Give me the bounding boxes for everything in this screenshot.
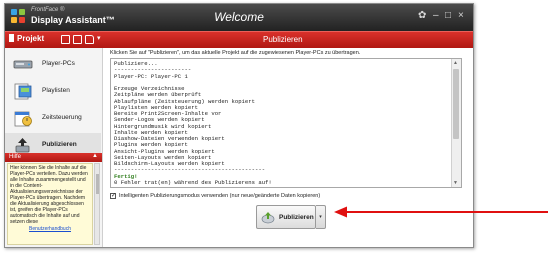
sidebar-item-label: Playlisten	[42, 87, 70, 94]
settings-gear-icon[interactable]: ✿	[418, 10, 426, 22]
publish-options-dropdown[interactable]: ▾	[316, 205, 326, 229]
project-bookmark-icon	[9, 34, 14, 42]
project-toolbar: Projekt ▾ Publizieren	[5, 31, 473, 48]
intro-text: Klicken Sie auf "Publizieren", um das ak…	[110, 50, 361, 56]
publish-icon	[15, 138, 30, 153]
title-bar: FrontFace ® Display Assistant™ Welcome ✿…	[5, 4, 473, 31]
project-menu[interactable]: Projekt	[9, 34, 44, 43]
log-line: 0 Fehler trat(en) während des Publiziere…	[114, 178, 272, 186]
smart-publish-checkbox[interactable]	[110, 192, 116, 199]
maximize-button[interactable]: □	[445, 10, 451, 22]
help-scrollbar[interactable]	[94, 163, 100, 245]
log-scrollbar[interactable]: ▲ ▼	[451, 59, 461, 187]
sidebar-item-label: Publizieren	[42, 141, 77, 148]
help-title: Hilfe	[9, 154, 22, 160]
help-panel: Hier können Sie die Inhalte auf die Play…	[7, 163, 93, 245]
publish-log: Publiziere... ----------------------- Play…	[110, 58, 462, 188]
chevron-down-icon: ▾	[319, 214, 322, 220]
section-title: Publizieren	[263, 35, 303, 44]
sidebar-item-playlists[interactable]: Playlisten	[5, 79, 101, 105]
sidebar-item-schedule[interactable]: Zeitsteuerung	[5, 106, 101, 132]
smart-publish-label: Intelligenten Publizierungsmodus verwend…	[119, 193, 321, 199]
collapse-icon[interactable]: ▲	[92, 153, 98, 159]
manual-link[interactable]: Benutzerhandbuch	[10, 226, 90, 232]
publish-cloud-icon	[261, 212, 275, 224]
publish-button[interactable]: Publizieren	[256, 205, 316, 229]
close-button[interactable]: ×	[458, 10, 464, 22]
project-menu-label: Projekt	[17, 34, 45, 43]
save-project-icon[interactable]	[73, 35, 82, 44]
playlist-icon	[14, 83, 32, 100]
scroll-up-icon[interactable]: ▲	[453, 60, 458, 66]
scroll-down-icon[interactable]: ▼	[453, 180, 458, 186]
help-text: Hier können Sie die Inhalte auf die Play…	[10, 165, 88, 225]
schedule-icon	[14, 111, 32, 127]
scrollbar-thumb[interactable]	[96, 174, 99, 194]
sidebar-item-label: Zeitsteuerung	[42, 114, 82, 121]
player-pc-icon	[13, 60, 33, 69]
annotation-arrow-icon	[334, 206, 548, 218]
log-output: Publiziere... ----------------------- Play…	[114, 60, 444, 186]
minimize-button[interactable]: –	[433, 10, 439, 22]
scrollbar-thumb[interactable]	[453, 69, 459, 139]
sidebar-item-player-pcs[interactable]: Player-PCs	[5, 52, 101, 78]
window-title: Welcome	[214, 10, 264, 24]
sidebar: Player-PCs Playlisten Zeitsteuerung Publ…	[5, 48, 103, 247]
publish-button-label: Publizieren	[279, 214, 314, 221]
chevron-down-icon[interactable]: ▾	[97, 34, 101, 42]
help-panel-header[interactable]: Hilfe ▲	[5, 153, 102, 162]
new-project-icon[interactable]	[61, 35, 70, 44]
sidebar-item-label: Player-PCs	[42, 60, 75, 67]
open-project-icon[interactable]	[85, 35, 94, 44]
